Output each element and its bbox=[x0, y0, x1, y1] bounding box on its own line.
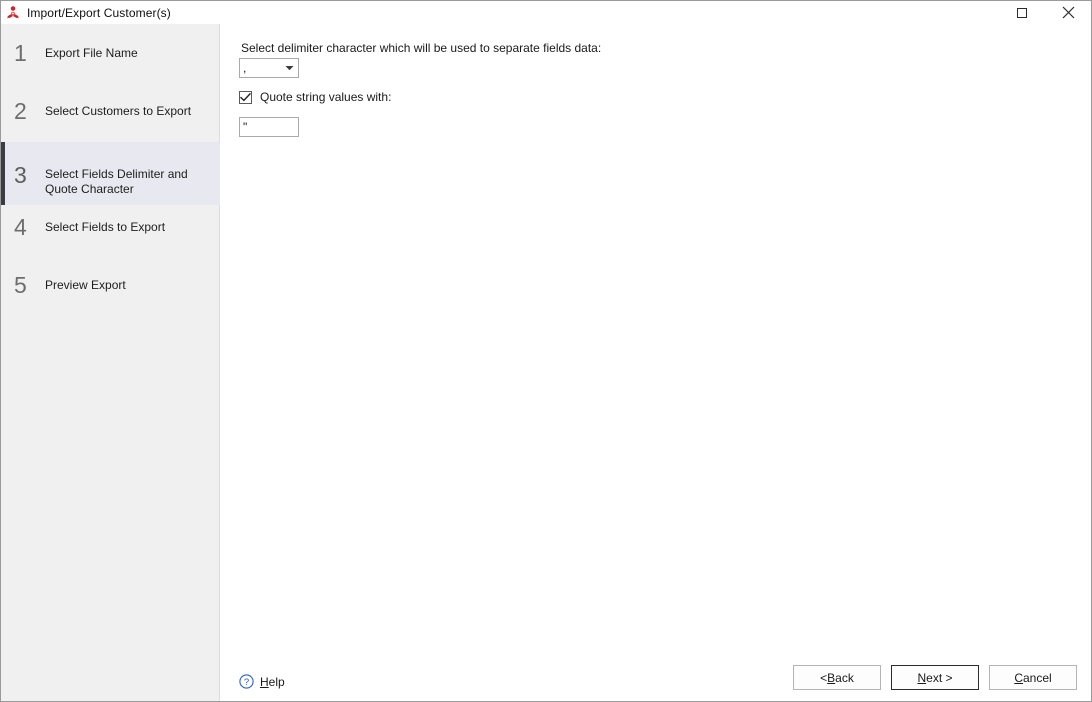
quote-string-checkbox-label: Quote string values with: bbox=[260, 90, 392, 104]
step-number: 4 bbox=[14, 214, 27, 240]
step-number: 5 bbox=[14, 272, 27, 298]
import-export-wizard-window: Import/Export Customer(s) 1 Export File … bbox=[0, 0, 1092, 702]
close-button[interactable] bbox=[1045, 1, 1091, 24]
step-label: Export File Name bbox=[45, 46, 138, 60]
quote-string-checkbox[interactable] bbox=[239, 90, 252, 104]
sidebar-step-1[interactable]: 1 Export File Name bbox=[1, 42, 220, 82]
help-link[interactable]: ? Help bbox=[239, 674, 285, 689]
delimiter-combo-box[interactable]: , bbox=[239, 58, 299, 78]
next-suffix: ext > bbox=[926, 670, 953, 685]
wizard-button-row: < Back Next > Cancel bbox=[793, 665, 1077, 690]
back-button[interactable]: < Back bbox=[793, 665, 881, 690]
question-circle-icon: ? bbox=[239, 674, 254, 689]
window-title: Import/Export Customer(s) bbox=[27, 5, 171, 20]
delimiter-combo-value: , bbox=[243, 61, 247, 75]
help-suffix: elp bbox=[268, 674, 285, 689]
step-number: 2 bbox=[14, 98, 27, 124]
step-label: Select Fields to Export bbox=[45, 220, 166, 234]
step-accent-bar bbox=[1, 142, 5, 205]
step-number: 3 bbox=[14, 162, 27, 188]
quote-string-checkbox-row[interactable]: Quote string values with: bbox=[239, 90, 391, 104]
quote-character-value: " bbox=[243, 120, 248, 134]
chevron-down-icon[interactable] bbox=[281, 59, 298, 77]
back-suffix: ack bbox=[835, 670, 854, 685]
close-icon bbox=[1062, 6, 1074, 19]
window-controls bbox=[999, 1, 1091, 24]
svg-text:?: ? bbox=[244, 677, 249, 688]
step-label: Select Customers to Export bbox=[45, 104, 192, 118]
checkmark-icon bbox=[240, 92, 251, 101]
step-label: Preview Export bbox=[45, 278, 126, 292]
next-button[interactable]: Next > bbox=[891, 665, 979, 690]
wizard-content-pane: Select delimiter character which will be… bbox=[221, 24, 1091, 701]
sidebar-step-2[interactable]: 2 Select Customers to Export bbox=[1, 100, 220, 140]
quote-character-input[interactable]: " bbox=[239, 117, 299, 137]
step-number: 1 bbox=[14, 40, 27, 66]
help-label: Help bbox=[254, 675, 285, 689]
sidebar-step-3[interactable]: 3 Select Fields Delimiter and Quote Char… bbox=[1, 142, 220, 205]
title-bar: Import/Export Customer(s) bbox=[1, 1, 1091, 24]
wizard-step-sidebar: 1 Export File Name 2 Select Customers to… bbox=[1, 24, 220, 701]
cancel-accel: C bbox=[1014, 670, 1023, 685]
maximize-icon bbox=[1017, 7, 1027, 18]
delimiter-prompt-label: Select delimiter character which will be… bbox=[241, 41, 602, 55]
step-label: Select Fields Delimiter and Quote Charac… bbox=[45, 167, 188, 196]
sidebar-step-4[interactable]: 4 Select Fields to Export bbox=[1, 216, 220, 256]
next-accel: N bbox=[917, 670, 927, 685]
cancel-suffix: ancel bbox=[1022, 670, 1052, 685]
app-red-icon bbox=[7, 5, 19, 19]
sidebar-step-5[interactable]: 5 Preview Export bbox=[1, 274, 220, 314]
maximize-button[interactable] bbox=[999, 1, 1045, 24]
cancel-button[interactable]: Cancel bbox=[989, 665, 1077, 690]
back-prefix: < bbox=[820, 670, 828, 685]
help-accel: H bbox=[260, 674, 269, 689]
back-accel: B bbox=[827, 670, 836, 685]
